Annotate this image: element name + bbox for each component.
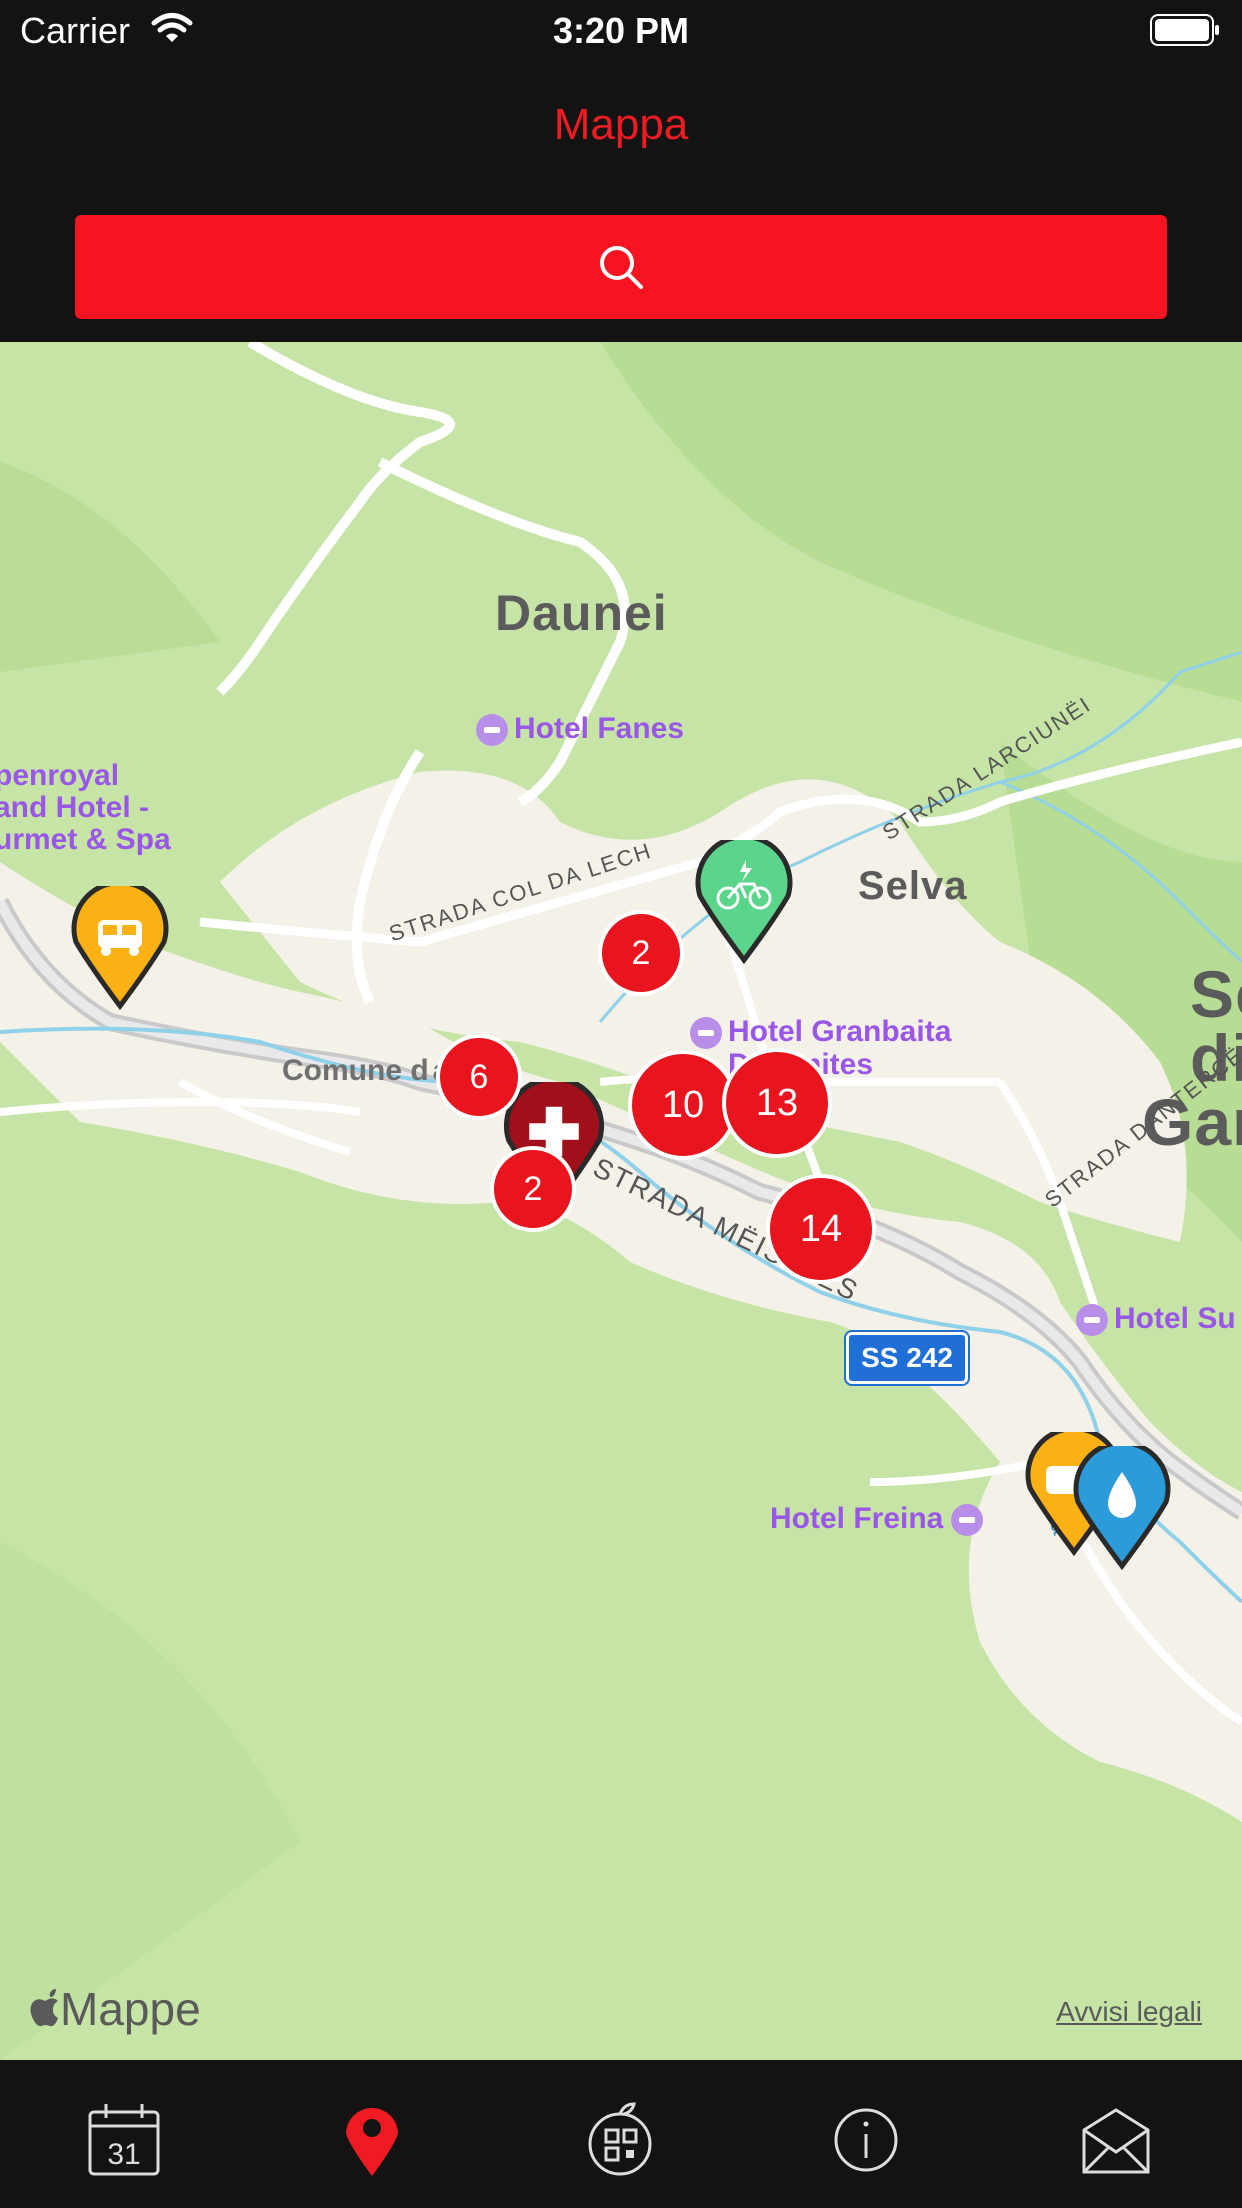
tab-qr[interactable]	[580, 2100, 660, 2180]
status-time: 3:20 PM	[552, 10, 690, 51]
attribution-text: Mappe	[60, 1983, 201, 2035]
tab-map[interactable]	[332, 2100, 412, 2180]
town-partial-line: Se	[1190, 957, 1242, 1031]
hotel-name: Hotel Fanes	[514, 712, 685, 745]
page-title: Mappa	[553, 100, 689, 149]
cluster-marker[interactable]: 2	[598, 910, 684, 996]
bus-pin-icon[interactable]	[70, 886, 170, 1010]
map-pin-icon	[346, 2108, 398, 2176]
ebike-pin-icon[interactable]	[694, 840, 794, 964]
hotel-icon	[690, 1017, 722, 1050]
cluster-marker[interactable]: 2	[490, 1146, 576, 1232]
map-view[interactable]: Daunei Selva Comune da Se di Gar Hotel F…	[0, 342, 1242, 2060]
calendar-day: 31	[107, 2138, 140, 2171]
hotel-partial-line: urmet & Spa	[0, 823, 171, 856]
place-label-comune: Comune da	[282, 1054, 449, 1088]
comune-label-text: Comune d	[282, 1054, 429, 1087]
apple-logo-icon	[30, 1989, 58, 2027]
cluster-marker[interactable]: 13	[722, 1048, 832, 1158]
hotel-name: Hotel Su	[1114, 1302, 1236, 1335]
hotel-icon	[1076, 1304, 1108, 1337]
hotel-label-su[interactable]: Hotel Su	[1076, 1302, 1236, 1337]
tab-info[interactable]	[826, 2100, 906, 2180]
place-label-selva: Selva	[858, 864, 968, 908]
legal-notices-link[interactable]: Avvisi legali	[1056, 1996, 1202, 2028]
cluster-marker[interactable]: 14	[766, 1174, 876, 1284]
status-bar: Carrier 3:20 PM	[0, 0, 1242, 62]
hotel-name: Hotel Freina	[770, 1502, 944, 1535]
battery-icon	[1150, 14, 1220, 53]
hotel-name: Hotel Granbaita	[728, 1015, 952, 1048]
calendar-icon: 31	[88, 2104, 160, 2176]
water-pin-icon[interactable]	[1072, 1446, 1172, 1570]
hotel-label-freina[interactable]: Hotel Freina	[770, 1502, 989, 1537]
tab-mail[interactable]	[1076, 2100, 1156, 2180]
hotel-label-fanes[interactable]: Hotel Fanes	[476, 712, 685, 747]
place-label-daunei: Daunei	[495, 585, 668, 641]
qr-code-icon	[588, 2102, 652, 2176]
tab-calendar[interactable]: 31	[84, 2100, 164, 2180]
maps-attribution: Mappe	[30, 1982, 201, 2036]
info-icon	[834, 2108, 898, 2172]
hotel-icon	[476, 714, 508, 747]
search-button[interactable]	[75, 215, 1167, 319]
tab-bar: 31	[0, 2060, 1242, 2208]
hotel-partial-line: penroyal	[0, 759, 120, 792]
navigation-bar: Mappa	[0, 62, 1242, 342]
road-badge-ss242: SS 242	[844, 1330, 970, 1386]
hotel-partial-line: and Hotel -	[0, 791, 149, 824]
hotel-label-partial[interactable]: penroyal and Hotel - urmet & Spa	[0, 760, 171, 856]
cluster-marker[interactable]: 6	[436, 1034, 522, 1120]
mail-icon	[1082, 2108, 1150, 2174]
search-icon	[600, 246, 643, 289]
hotel-icon	[951, 1504, 984, 1537]
